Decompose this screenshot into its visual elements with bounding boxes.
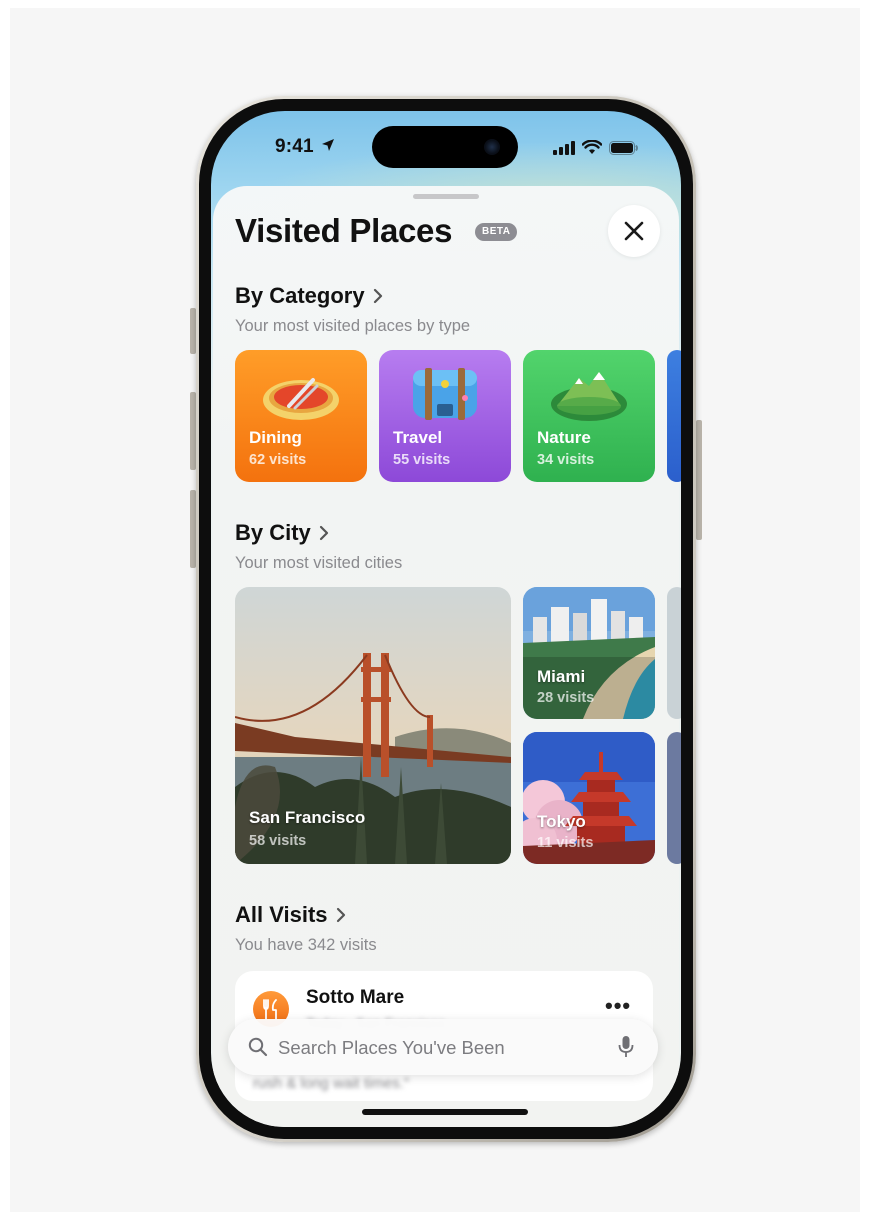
city-count: 58 visits [249,833,307,849]
visit-name: Sotto Mare [306,987,405,1008]
city-count: 11 visits [537,835,594,851]
category-label: Nature [537,428,591,447]
close-icon [624,221,644,241]
power-button [696,420,702,540]
wifi-icon [582,140,602,154]
city-card-partial[interactable] [667,587,681,719]
by-category-subtitle: Your most visited places by type [235,317,471,335]
city-card-tokyo[interactable]: Tokyo 11 visits [523,732,655,864]
mountain-icon [551,372,627,421]
visit-review-snippet: rush & long wait times." [253,1075,410,1092]
battery-icon [609,140,638,155]
close-button[interactable] [608,205,660,257]
category-card-dining[interactable]: Dining 62 visits [235,350,367,482]
beta-badge: BETA [475,223,518,241]
dynamic-island [372,126,518,168]
dining-plate-icon [263,378,339,420]
suitcase-icon [413,368,477,420]
category-card-nature[interactable]: Nature 34 visits [523,350,655,482]
category-label: Travel [393,428,443,447]
city-card-partial[interactable] [667,732,681,864]
by-city-subtitle: Your most visited cities [235,554,403,572]
chevron-right-icon [319,525,328,541]
category-label: Dining [249,428,302,447]
by-category-header[interactable]: By Category [235,283,383,309]
sheet-grabber[interactable] [413,194,479,199]
category-card-travel[interactable]: Travel 55 visits [379,350,511,482]
all-visits-title: All Visits [235,902,328,927]
city-card-miami[interactable]: Miami 28 visits [523,587,655,719]
home-indicator[interactable] [362,1109,528,1115]
by-city-title: By City [235,520,311,545]
status-time-text: 9:41 [275,136,314,157]
chevron-right-icon [336,907,345,923]
status-icons [553,140,639,155]
status-time: 9:41 [275,136,335,158]
city-count: 28 visits [537,690,595,706]
cellular-signal-icon [553,140,575,155]
city-label: Tokyo [537,812,586,831]
screen: 9:41 Visited Places BETA By Category You… [211,111,681,1127]
page-title: Visited Places [235,212,453,249]
category-count: 62 visits [249,452,307,468]
all-visits-header[interactable]: All Visits [235,902,346,928]
by-category-title: By Category [235,283,365,308]
city-label: Miami [537,667,586,686]
category-count: 34 visits [537,452,595,468]
category-count: 55 visits [393,452,451,468]
search-bar[interactable] [228,1019,658,1075]
search-input[interactable] [276,1033,610,1063]
camera-icon [484,139,500,155]
chevron-right-icon [373,288,382,304]
search-icon [248,1037,268,1057]
by-city-header[interactable]: By City [235,520,329,546]
location-arrow-icon [322,139,335,151]
category-card-partial[interactable] [667,350,681,482]
microphone-icon[interactable] [618,1035,634,1059]
city-label: San Francisco [249,808,366,827]
all-visits-subtitle: You have 342 visits [235,936,377,954]
city-card-san-francisco[interactable]: San Francisco 58 visits [235,587,511,864]
more-options-button[interactable]: ••• [605,993,631,1019]
